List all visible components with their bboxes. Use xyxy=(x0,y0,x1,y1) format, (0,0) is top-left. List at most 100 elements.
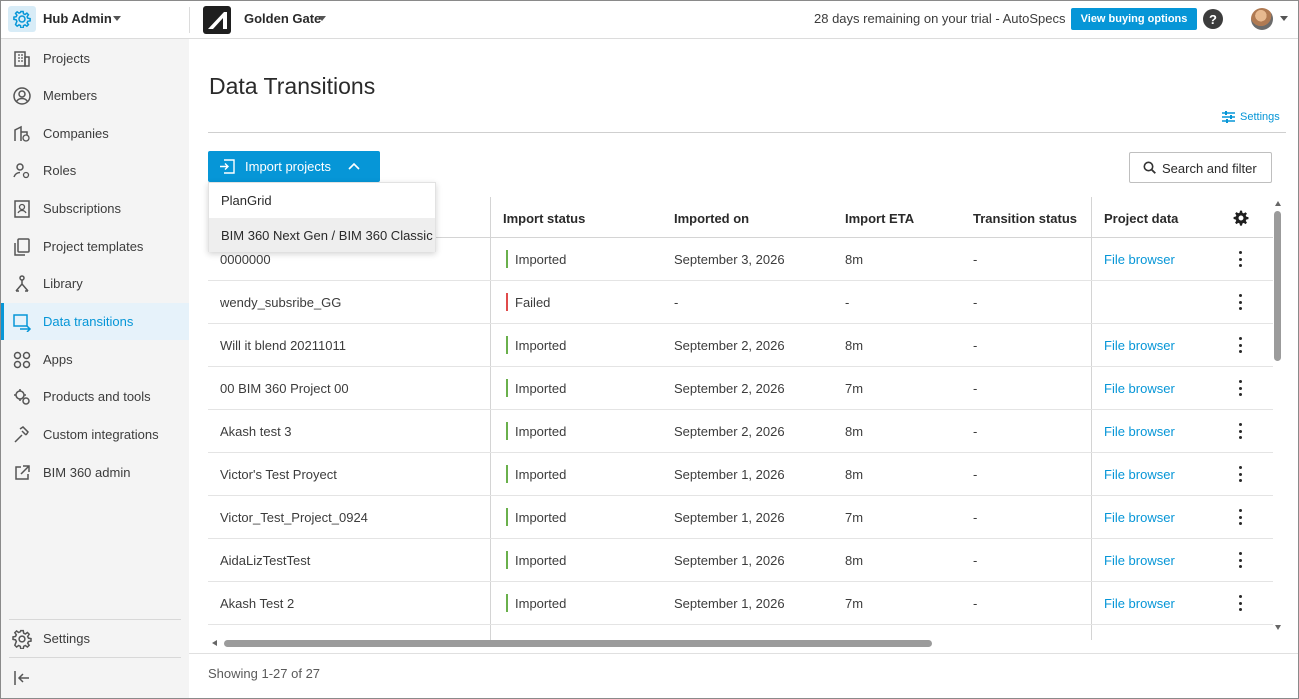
divider xyxy=(9,657,181,658)
project-name: AidaLizTestTest xyxy=(220,553,311,568)
imported-on: September 2, 2026 xyxy=(674,338,785,353)
file-browser-link[interactable]: File browser xyxy=(1104,338,1175,353)
menu-item-plangrid[interactable]: PlanGrid xyxy=(209,183,435,217)
avatar[interactable] xyxy=(1251,8,1273,30)
column-header-import-status[interactable]: Import status xyxy=(503,211,585,226)
sidebar-item-label: Library xyxy=(43,276,83,291)
table-row[interactable]: Akash Test 2 Imported September 1, 2026 … xyxy=(208,582,1273,625)
more-options-icon[interactable] xyxy=(1238,552,1242,568)
import-eta: 7m xyxy=(845,596,864,611)
scroll-down-icon[interactable] xyxy=(1275,625,1281,630)
column-header-import-eta[interactable]: Import ETA xyxy=(845,211,914,226)
scroll-thumb[interactable] xyxy=(224,640,932,647)
sliders-icon xyxy=(1222,111,1235,123)
collapse-sidebar-button[interactable] xyxy=(1,659,189,696)
file-browser-link[interactable]: File browser xyxy=(1104,596,1175,611)
imported-on: September 3, 2026 xyxy=(674,252,785,267)
sidebar-item-roles[interactable]: Roles xyxy=(1,152,189,189)
more-options-icon[interactable] xyxy=(1238,595,1242,611)
view-buying-options-button[interactable]: View buying options xyxy=(1071,8,1197,30)
sidebar-item-apps[interactable]: Apps xyxy=(1,341,189,378)
divider xyxy=(189,7,190,33)
transition-status: - xyxy=(973,424,978,439)
sidebar-item-label: Roles xyxy=(43,163,77,178)
more-options-icon[interactable] xyxy=(1238,337,1242,353)
search-and-filter-button[interactable]: Search and filter xyxy=(1129,152,1272,183)
sidebar-item-subscriptions[interactable]: Subscriptions xyxy=(1,190,189,227)
import-status: Imported xyxy=(515,553,567,568)
settings-link[interactable]: Settings xyxy=(1222,111,1280,123)
horizontal-scrollbar[interactable] xyxy=(208,638,1273,650)
sidebar-item-library[interactable]: Library xyxy=(1,265,189,302)
sidebar-item-projects[interactable]: Projects xyxy=(1,40,189,77)
menu-item-bim-360[interactable]: BIM 360 Next Gen / BIM 360 Classic xyxy=(209,218,435,252)
table-row[interactable]: Akash test 3 Imported September 2, 2026 … xyxy=(208,410,1273,453)
settings-link-label: Settings xyxy=(1240,111,1280,123)
divider xyxy=(208,132,1286,133)
sidebar-item-project-templates[interactable]: Project templates xyxy=(1,228,189,265)
user-circle-icon xyxy=(12,86,32,106)
scroll-thumb[interactable] xyxy=(1274,211,1281,361)
trial-text: 28 days remaining on your trial - AutoSp… xyxy=(814,11,1066,26)
file-browser-link[interactable]: File browser xyxy=(1104,252,1175,267)
vertical-scrollbar[interactable] xyxy=(1273,197,1283,637)
column-header-imported-on[interactable]: Imported on xyxy=(674,211,749,226)
table-row[interactable]: AidaLizTestTest Imported September 1, 20… xyxy=(208,539,1273,582)
project-name: Victor's Test Proyect xyxy=(220,467,337,482)
sidebar-item-members[interactable]: Members xyxy=(1,77,189,114)
sidebar-item-settings[interactable]: Settings xyxy=(1,620,189,657)
hub-gear-icon[interactable] xyxy=(8,6,36,32)
transition-status: - xyxy=(973,338,978,353)
column-settings-gear-icon[interactable] xyxy=(1233,210,1249,229)
table-row[interactable]: 00 BIM 360 Project 00 Imported September… xyxy=(208,367,1273,410)
chevron-down-icon[interactable] xyxy=(318,16,326,21)
file-browser-link[interactable]: File browser xyxy=(1104,424,1175,439)
hub-title[interactable]: Hub Admin xyxy=(43,11,112,26)
chevron-down-icon[interactable] xyxy=(1280,16,1288,21)
sidebar-item-bim-360-admin[interactable]: BIM 360 admin xyxy=(1,454,189,491)
sidebar-item-label: Custom integrations xyxy=(43,427,159,442)
app-window: Hub Admin Golden Gate 28 days remaining … xyxy=(0,0,1299,699)
chevron-down-icon[interactable] xyxy=(113,16,121,21)
transition-status: - xyxy=(973,510,978,525)
table-row[interactable]: Victor's Test Proyect Imported September… xyxy=(208,453,1273,496)
file-browser-link[interactable]: File browser xyxy=(1104,467,1175,482)
import-projects-button[interactable]: Import projects xyxy=(208,151,380,182)
more-options-icon[interactable] xyxy=(1238,380,1242,396)
project-name: Akash Test 2 xyxy=(220,596,295,611)
help-icon[interactable]: ? xyxy=(1203,9,1223,29)
status-indicator xyxy=(506,379,508,397)
import-eta: - xyxy=(845,295,850,310)
more-options-icon[interactable] xyxy=(1238,509,1242,525)
imported-on: September 2, 2026 xyxy=(674,381,785,396)
import-status: Imported xyxy=(515,252,567,267)
sidebar-item-label: Products and tools xyxy=(43,389,151,404)
scroll-up-icon[interactable] xyxy=(1275,201,1281,206)
sidebar-item-data-transitions[interactable]: Data transitions xyxy=(1,303,189,340)
scroll-left-icon[interactable] xyxy=(212,640,217,646)
sidebar-item-custom-integrations[interactable]: Custom integrations xyxy=(1,416,189,453)
status-indicator xyxy=(506,336,508,354)
file-browser-link[interactable]: File browser xyxy=(1104,510,1175,525)
file-browser-link[interactable]: File browser xyxy=(1104,553,1175,568)
import-status: Imported xyxy=(515,596,567,611)
table-row[interactable]: Will it blend 20211011 Imported Septembe… xyxy=(208,324,1273,367)
more-options-icon[interactable] xyxy=(1238,423,1242,439)
table-row[interactable]: Victor_Test_Project_0924 Imported Septem… xyxy=(208,496,1273,539)
table-row[interactable]: wendy_subsribe_GG Failed - - - xyxy=(208,281,1273,324)
building-icon xyxy=(12,49,32,69)
sidebar-item-companies[interactable]: Companies xyxy=(1,115,189,152)
project-selector[interactable]: Golden Gate xyxy=(244,11,321,26)
file-browser-link[interactable]: File browser xyxy=(1104,381,1175,396)
column-header-project-data[interactable]: Project data xyxy=(1104,211,1178,226)
import-eta: 8m xyxy=(845,424,864,439)
apps-icon xyxy=(12,350,32,370)
import-status: Imported xyxy=(515,338,567,353)
more-options-icon[interactable] xyxy=(1238,294,1242,310)
column-header-transition-status[interactable]: Transition status xyxy=(973,211,1077,226)
more-options-icon[interactable] xyxy=(1238,251,1242,267)
project-name: Victor_Test_Project_0924 xyxy=(220,510,368,525)
sidebar-item-products-and-tools[interactable]: Products and tools xyxy=(1,378,189,415)
sidebar: Projects Members Companies Roles Subscri… xyxy=(1,39,189,698)
more-options-icon[interactable] xyxy=(1238,466,1242,482)
